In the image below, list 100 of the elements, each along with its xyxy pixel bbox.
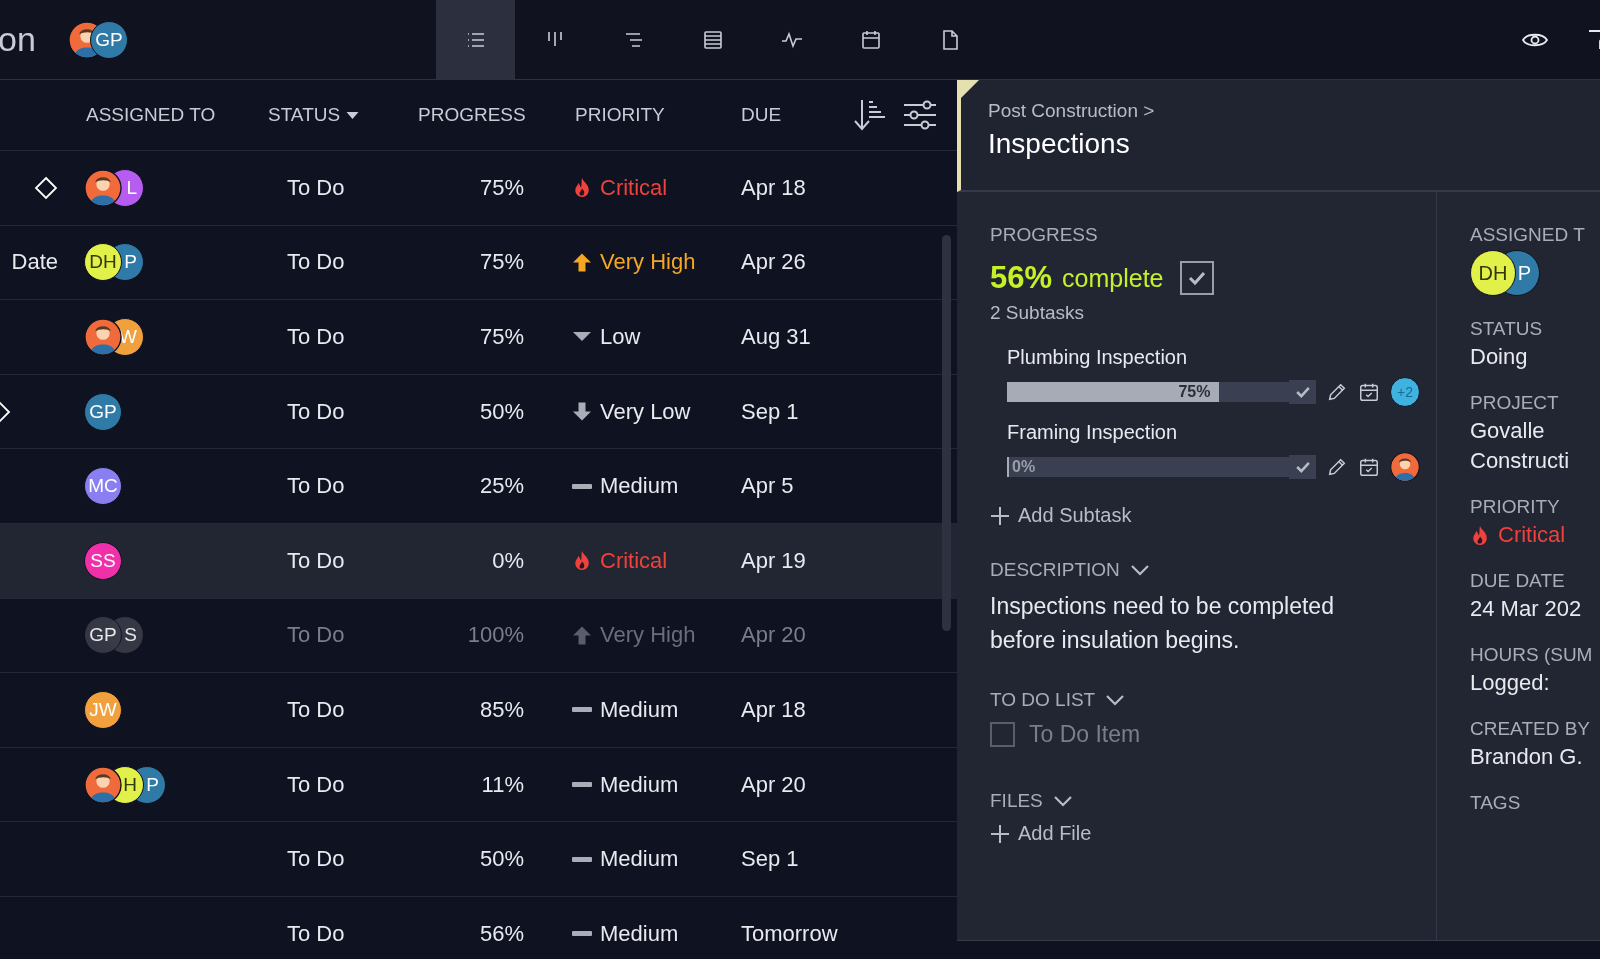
priority-label: Critical — [600, 547, 668, 574]
add-file-button[interactable]: Add File — [990, 822, 1092, 845]
pencil-icon[interactable] — [1326, 381, 1348, 403]
priority-label: Medium — [600, 771, 679, 798]
user-avatar: DH — [1470, 250, 1516, 296]
due-date: Apr 18 — [741, 174, 806, 200]
field-value: 24 Mar 202 — [1470, 596, 1582, 622]
dash-icon — [572, 483, 592, 489]
priority-label: Medium — [600, 696, 679, 723]
due-date: Aug 31 — [741, 324, 811, 349]
priority-label: Very High — [600, 622, 696, 649]
status-text: To Do — [287, 920, 345, 946]
subtask-name: Plumbing Inspection — [1007, 346, 1189, 369]
status-text: To Do — [287, 249, 345, 275]
description-text: Inspections need to be completed before insulation begins. — [990, 592, 1335, 655]
progress-reading: 75% — [1178, 382, 1212, 402]
progress-text: 75% — [479, 324, 524, 350]
progress-text: 75% — [479, 174, 524, 201]
user-avatar: GP — [84, 392, 122, 431]
task-row[interactable]: To Do 50% Medium Sep 1 — [0, 822, 957, 897]
due-date: Apr 20 — [741, 771, 806, 797]
status-text: To Do — [287, 324, 345, 349]
field-value: Constructi — [1470, 448, 1570, 474]
dash-icon — [572, 931, 592, 937]
progress-text: 50% — [479, 398, 524, 425]
todo-checkbox[interactable] — [990, 722, 1015, 747]
status-text: To Do — [287, 622, 345, 648]
chevron-down-icon — [1129, 564, 1150, 576]
user-avatar: SS — [84, 541, 122, 580]
progress-text: 100% — [467, 622, 524, 649]
scrollbar[interactable] — [942, 235, 951, 631]
due-date: Apr 5 — [741, 473, 794, 499]
priority-label: Medium — [600, 473, 679, 500]
add-subtask-button[interactable]: Add Subtask — [990, 504, 1132, 527]
breadcrumb-link[interactable]: Post Construction > — [988, 100, 1600, 122]
user-avatar: GP — [84, 616, 122, 655]
progress-percent: 56% — [990, 260, 1053, 296]
field-value: Logged: — [1470, 670, 1550, 696]
status-text: To Do — [287, 473, 345, 499]
pencil-icon[interactable] — [1326, 456, 1348, 478]
due-date: Apr 19 — [741, 547, 806, 573]
up-arrow-icon — [572, 624, 592, 646]
priority-label: Critical — [1498, 522, 1566, 548]
chevron-down-icon — [1105, 694, 1126, 706]
status-text: To Do — [287, 846, 345, 872]
progress-text: 75% — [479, 249, 524, 276]
flame-icon — [1470, 524, 1490, 546]
flame-icon — [572, 177, 592, 199]
calendar-icon[interactable] — [1358, 381, 1380, 403]
user-count-badge: +2 — [1390, 377, 1420, 407]
column-header[interactable]: STATUS — [268, 104, 360, 126]
sliders-icon[interactable] — [903, 98, 937, 132]
priority-label: Medium — [600, 846, 679, 873]
column-header[interactable]: ASSIGNED TO — [86, 104, 216, 126]
field-label: PRIORITY — [1470, 496, 1560, 518]
status-text: To Do — [287, 547, 345, 573]
progress-bar[interactable]: 0% — [1007, 457, 1289, 477]
task-row[interactable]: L To Do 75% Critical Apr 18 — [0, 151, 957, 226]
priority-label: Critical — [600, 174, 668, 201]
subtask-count: 2 Subtasks — [990, 302, 1084, 324]
complete-checkbox[interactable] — [1179, 261, 1214, 295]
flame-icon — [572, 550, 592, 572]
section-header[interactable]: DESCRIPTION — [990, 559, 1150, 581]
field-value: Doing — [1470, 344, 1528, 370]
priority-label: Low — [600, 324, 641, 350]
priority-label: Very Low — [600, 398, 691, 425]
status-text: To Do — [287, 398, 345, 424]
complete-button[interactable] — [1289, 455, 1316, 479]
task-row[interactable]: SS To Do 0% Critical Apr 19 — [0, 523, 957, 599]
chevron-down-icon — [1052, 795, 1073, 807]
column-header[interactable]: PRIORITY — [575, 104, 665, 126]
field-label: PROJECT — [1470, 392, 1559, 414]
column-header[interactable]: PROGRESS — [418, 104, 526, 126]
field-value: Govalle — [1470, 418, 1545, 444]
todo-input[interactable]: To Do Item — [1029, 721, 1249, 748]
complete-button[interactable] — [1289, 380, 1316, 404]
project-title: on — [0, 20, 37, 59]
sort-icon[interactable] — [853, 98, 887, 132]
plus-icon — [990, 505, 1010, 526]
progress-bar[interactable]: 75% — [1007, 382, 1289, 402]
due-date: Tomorrow — [741, 920, 838, 946]
field-label: TAGS — [1470, 792, 1521, 814]
calendar-icon[interactable] — [1358, 456, 1380, 478]
section-header[interactable]: FILES — [990, 790, 1073, 812]
progress-text: 25% — [479, 473, 524, 500]
task-title: Inspections — [988, 128, 1131, 160]
progress-text: 11% — [481, 771, 524, 798]
section-header[interactable]: TO DO LIST — [990, 689, 1126, 711]
due-date: Sep 1 — [741, 846, 799, 872]
filter-icon[interactable] — [1588, 28, 1600, 51]
task-row[interactable]: JW To Do 85% Medium Apr 18 — [0, 673, 957, 748]
priority-label: Medium — [600, 920, 679, 947]
section-label: PROGRESS — [990, 224, 1098, 246]
user-avatar: MC — [84, 467, 122, 506]
complete-label: complete — [1062, 263, 1164, 293]
task-row[interactable]: H P To Do 11% Medium Apr 20 — [0, 747, 957, 823]
progress-text: 56% — [479, 920, 524, 947]
column-header[interactable]: DUE — [741, 104, 782, 126]
due-date: Apr 26 — [741, 249, 806, 275]
plus-icon — [990, 823, 1010, 844]
